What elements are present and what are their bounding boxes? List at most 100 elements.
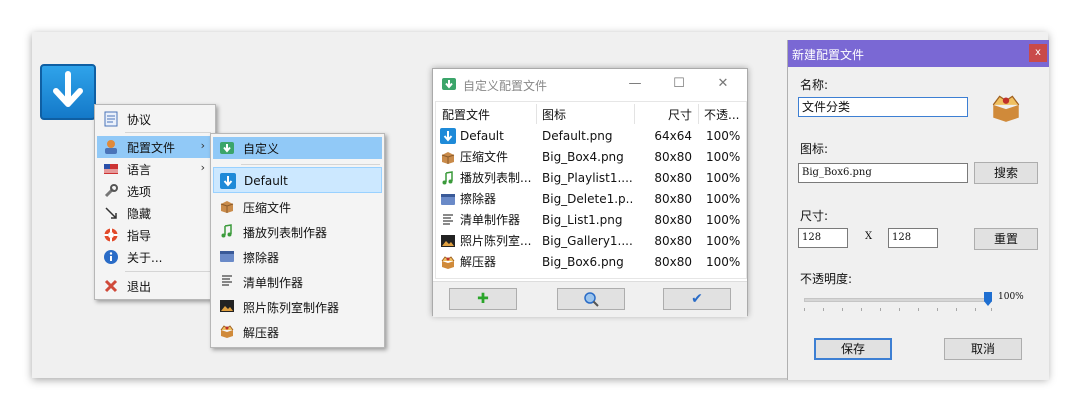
open-box-icon	[220, 325, 234, 338]
music-note-icon	[221, 224, 232, 238]
column-header-icon[interactable]: 图标	[542, 104, 566, 126]
search-icon	[584, 292, 599, 307]
column-header-profile[interactable]: 配置文件	[442, 104, 490, 126]
submenu-item-playlist-maker[interactable]: 播放列表制作器	[213, 219, 382, 244]
cell-icon: Big_Gallery1....	[542, 234, 633, 248]
confirm-button[interactable]: ✔	[663, 288, 731, 310]
dialog-close-button[interactable]: x	[1029, 44, 1047, 62]
slider-tick	[918, 308, 919, 311]
window-title: 自定义配置文件	[463, 79, 548, 93]
menu-item-label: 选项	[127, 185, 152, 199]
table-row[interactable]: 清单制作器 Big_List1.png 80x80 100%	[436, 210, 746, 231]
column-header-size[interactable]: 尺寸	[642, 104, 692, 126]
slider-tick	[861, 308, 862, 311]
table-row[interactable]: Default Default.png 64x64 100%	[436, 126, 746, 147]
download-arrow-icon	[440, 128, 456, 144]
size-separator: X	[865, 231, 873, 242]
name-input[interactable]: 文件分类	[798, 97, 968, 117]
menu-item-about[interactable]: 关于...	[97, 246, 213, 268]
menu-item-protocol[interactable]: 协议	[97, 108, 213, 130]
menu-item-options[interactable]: 选项	[97, 180, 213, 202]
search-button[interactable]: 搜索	[974, 162, 1038, 184]
opacity-slider-thumb[interactable]	[984, 292, 992, 306]
height-input[interactable]: 128	[888, 228, 938, 248]
cell-size: 80x80	[654, 255, 692, 269]
list-icon	[443, 214, 453, 225]
submenu-item-label: 照片陈列室制作器	[243, 301, 340, 315]
cell-icon: Big_Playlist1....	[542, 171, 633, 185]
submenu-item-custom[interactable]: 自定义	[213, 137, 382, 159]
info-icon	[104, 250, 118, 264]
table-row[interactable]: 播放列表制... Big_Playlist1.... 80x80 100%	[436, 168, 746, 189]
profile-icon	[105, 140, 117, 154]
save-button[interactable]: 保存	[814, 338, 892, 360]
profile-submenu: 自定义 Default 压缩文件 播放列表制作器 擦除器 清单制作器 照片陈列室…	[210, 133, 385, 348]
menu-item-exit[interactable]: 退出	[97, 275, 213, 297]
menu-item-label: 关于...	[127, 251, 163, 265]
cell-size: 80x80	[654, 213, 692, 227]
custom-icon	[220, 142, 234, 154]
music-note-icon	[442, 171, 453, 185]
cancel-button[interactable]: 取消	[944, 338, 1022, 360]
submenu-item-archive[interactable]: 压缩文件	[213, 194, 382, 219]
cell-profile: Default	[460, 129, 504, 143]
cell-icon: Big_Box6.png	[542, 255, 624, 269]
search-profile-button[interactable]	[557, 288, 625, 310]
maximize-button[interactable]: ☐	[665, 73, 693, 95]
table-row[interactable]: 擦除器 Big_Delete1.p... 80x80 100%	[436, 189, 746, 210]
cell-opacity: 100%	[706, 171, 741, 185]
menu-item-hide[interactable]: 隐藏	[97, 202, 213, 224]
menu-item-guide[interactable]: 指导	[97, 224, 213, 246]
dialog-title-bar[interactable]: 新建配置文件 x	[788, 40, 1049, 67]
cell-icon: Big_List1.png	[542, 213, 623, 227]
table-row[interactable]: 压缩文件 Big_Box4.png 80x80 100%	[436, 147, 746, 168]
submenu-item-extractor[interactable]: 解压器	[213, 319, 382, 344]
minimize-button[interactable]: —	[621, 73, 649, 95]
box-icon	[220, 201, 234, 213]
gallery-icon	[441, 235, 455, 247]
cell-size: 80x80	[654, 150, 692, 164]
submenu-item-gallery-maker[interactable]: 照片陈列室制作器	[213, 294, 382, 319]
menu-item-profile[interactable]: 配置文件 ›	[97, 136, 213, 158]
opacity-slider-track[interactable]	[804, 298, 992, 302]
cell-icon: Big_Box4.png	[542, 150, 624, 164]
column-header-opacity[interactable]: 不透...	[704, 104, 739, 126]
reset-button[interactable]: 重置	[974, 228, 1038, 250]
table-row[interactable]: 照片陈列室... Big_Gallery1.... 80x80 100%	[436, 231, 746, 252]
cell-profile: 压缩文件	[460, 150, 509, 164]
cell-opacity: 100%	[706, 255, 741, 269]
submenu-item-eraser[interactable]: 擦除器	[213, 244, 382, 269]
cell-icon: Default.png	[542, 129, 613, 143]
down-arrow-icon	[53, 71, 83, 107]
slider-tick	[880, 308, 881, 311]
table-row[interactable]: 解压器 Big_Box6.png 80x80 100%	[436, 252, 746, 273]
submenu-item-label: 擦除器	[243, 251, 280, 265]
tray-context-menu: 协议 配置文件 › 语言 › 选项 隐藏 指导 关于... 退出	[94, 104, 216, 300]
submenu-item-default[interactable]: Default	[213, 167, 382, 193]
cell-profile: 擦除器	[460, 192, 497, 206]
width-input[interactable]: 128	[798, 228, 848, 248]
profile-table: 配置文件 图标 尺寸 不透... Default Default.png 64x…	[435, 101, 747, 279]
close-button[interactable]: ✕	[709, 73, 737, 95]
slider-tick	[937, 308, 938, 311]
menu-item-label: 退出	[127, 280, 152, 294]
flag-icon	[104, 164, 118, 174]
submenu-arrow-icon: ›	[200, 139, 205, 152]
column-divider	[536, 104, 537, 124]
submenu-item-label: 自定义	[243, 142, 280, 156]
submenu-item-label: 清单制作器	[243, 276, 304, 290]
icon-path-input[interactable]: Big_Box6.png	[798, 163, 968, 183]
add-profile-button[interactable]: ✚	[449, 288, 517, 310]
cell-size: 80x80	[654, 234, 692, 248]
app-download-icon[interactable]	[40, 64, 96, 120]
cell-opacity: 100%	[706, 234, 741, 248]
slider-tick	[842, 308, 843, 311]
submenu-item-list-maker[interactable]: 清单制作器	[213, 269, 382, 294]
new-profile-dialog: 新建配置文件 x 名称: 文件分类 图标: Big_Box6.png 搜索 尺寸…	[787, 40, 1049, 380]
wrench-icon	[104, 184, 118, 198]
menu-item-label: 语言	[127, 163, 152, 177]
window-title-bar[interactable]: 自定义配置文件 — ☐ ✕	[433, 69, 747, 99]
menu-item-language[interactable]: 语言 ›	[97, 158, 213, 180]
cell-opacity: 100%	[706, 150, 741, 164]
slider-tick	[991, 308, 992, 311]
